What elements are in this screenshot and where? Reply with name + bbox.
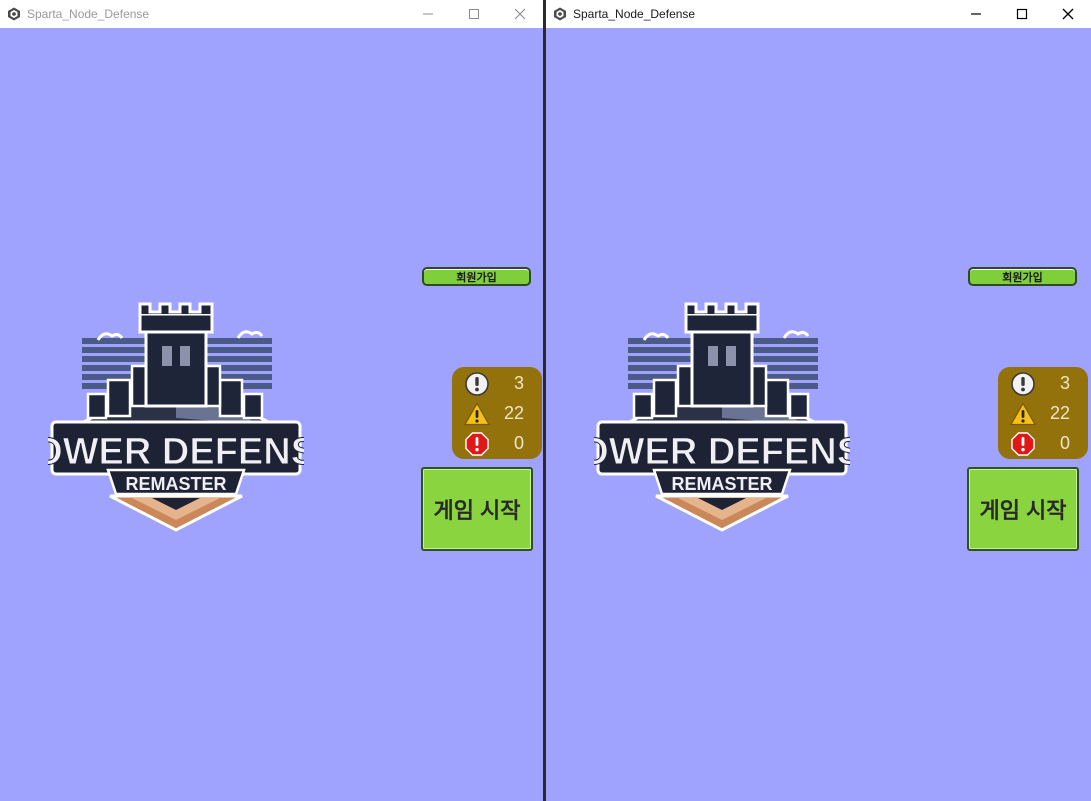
info-count: 3: [1059, 373, 1070, 393]
info-icon: [464, 372, 490, 396]
minimize-button[interactable]: [405, 0, 451, 28]
warning-icon: [464, 402, 490, 426]
error-icon: [464, 432, 490, 456]
info-count-row: 3: [452, 369, 542, 397]
warning-count-row: 22: [998, 399, 1088, 427]
close-button[interactable]: [497, 0, 543, 28]
error-count: 0: [513, 433, 524, 453]
window-controls: [405, 0, 543, 28]
start-game-button[interactable]: 게임 시작: [967, 467, 1079, 551]
minimize-button[interactable]: [953, 0, 999, 28]
warning-count: 22: [503, 403, 524, 423]
maximize-button[interactable]: [999, 0, 1045, 28]
warning-count-row: 22: [452, 399, 542, 427]
unity-app-icon: [553, 7, 567, 21]
game-window-left: Sparta_Node_Defense 회원가입 3 22 0 게임 시작: [0, 0, 543, 801]
info-icon: [1010, 372, 1036, 396]
title-bar[interactable]: Sparta_Node_Defense: [546, 0, 1091, 28]
signup-button[interactable]: 회원가입: [422, 267, 531, 286]
info-count: 3: [513, 373, 524, 393]
warning-count: 22: [1049, 403, 1070, 423]
error-icon: [1010, 432, 1036, 456]
console-log-counter[interactable]: 3 22 0: [452, 367, 542, 459]
start-game-button[interactable]: 게임 시작: [421, 467, 533, 551]
title-bar[interactable]: Sparta_Node_Defense: [0, 0, 543, 28]
window-title: Sparta_Node_Defense: [573, 7, 696, 21]
close-button[interactable]: [1045, 0, 1091, 28]
maximize-button[interactable]: [451, 0, 497, 28]
error-count: 0: [1059, 433, 1070, 453]
game-window-right: Sparta_Node_Defense 회원가입 3 22 0 게임 시작: [546, 0, 1091, 801]
console-log-counter[interactable]: 3 22 0: [998, 367, 1088, 459]
warning-icon: [1010, 402, 1036, 426]
unity-app-icon: [7, 7, 21, 21]
error-count-row: 0: [452, 429, 542, 457]
error-count-row: 0: [998, 429, 1088, 457]
tower-defense-logo: [594, 298, 850, 534]
window-title: Sparta_Node_Defense: [27, 7, 150, 21]
tower-defense-logo: [48, 298, 304, 534]
window-controls: [953, 0, 1091, 28]
info-count-row: 3: [998, 369, 1088, 397]
signup-button[interactable]: 회원가입: [968, 267, 1077, 286]
